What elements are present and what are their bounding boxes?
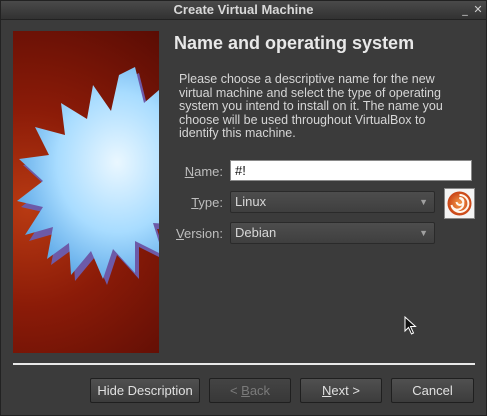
version-label: Version: [176, 226, 223, 241]
minimize-button[interactable]: _ [458, 3, 472, 17]
back-button[interactable]: < Back [209, 378, 291, 403]
title-bar[interactable]: Create Virtual Machine _ ✕ [1, 1, 486, 20]
mouse-cursor-icon [404, 316, 417, 335]
next-button[interactable]: Next > [300, 378, 382, 403]
debian-swirl-icon [444, 188, 475, 219]
create-vm-dialog: Create Virtual Machine _ ✕ Name and oper… [0, 0, 487, 416]
version-select[interactable]: Debian ▼ [230, 222, 435, 244]
version-select-value: Debian [235, 225, 277, 240]
page-heading: Name and operating system [174, 33, 415, 53]
name-input[interactable] [230, 160, 472, 181]
wizard-banner [13, 31, 159, 353]
name-label: Name: [184, 164, 223, 179]
dropdown-arrow-icon: ▼ [419, 197, 428, 207]
dropdown-arrow-icon: ▼ [419, 228, 428, 238]
window-title: Create Virtual Machine [173, 2, 314, 17]
starburst-image [17, 67, 159, 285]
cancel-button[interactable]: Cancel [391, 378, 474, 403]
page-description: Please choose a descriptive name for the… [179, 72, 443, 140]
type-label: Type: [191, 195, 223, 210]
type-select[interactable]: Linux ▼ [230, 191, 435, 213]
type-select-value: Linux [235, 194, 267, 209]
button-separator [13, 363, 475, 365]
hide-description-button[interactable]: Hide Description [90, 378, 200, 403]
close-button[interactable]: ✕ [471, 3, 485, 17]
